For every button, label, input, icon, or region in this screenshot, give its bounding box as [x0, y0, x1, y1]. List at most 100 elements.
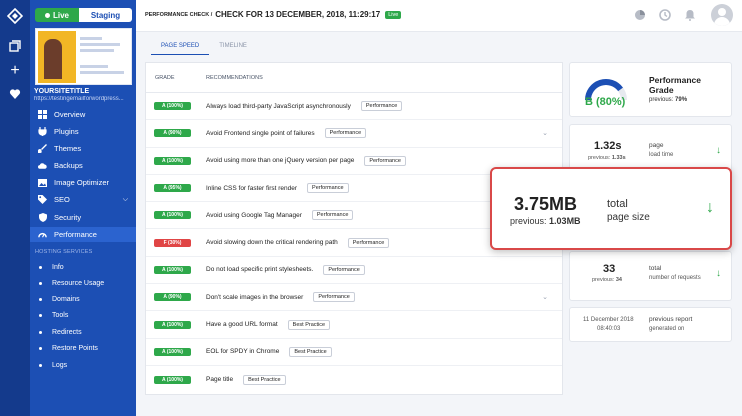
hosting-label: Domains	[52, 295, 80, 303]
tab-bar: PAGE SPEED TIMELINE	[151, 40, 257, 58]
category-tag: Performance	[311, 210, 354, 221]
site-url[interactable]: https://testingemailforwordpress...	[34, 96, 134, 102]
site-thumbnail[interactable]	[35, 28, 132, 85]
hosting-label: Redirects	[52, 328, 82, 336]
nav-performance[interactable]: Performance	[30, 227, 136, 242]
category-tag: Best Practice	[289, 346, 332, 357]
hosting-item-info[interactable]: Info	[30, 260, 136, 274]
pie-chart-icon[interactable]	[634, 9, 646, 21]
table-row[interactable]: A (90%) Avoid Frontend single point of fa…	[146, 120, 562, 148]
live-badge: Live	[385, 10, 402, 19]
load-time-previous: previous: 1.33s	[588, 155, 626, 161]
chevron-down-icon[interactable]: ⌄	[542, 129, 548, 137]
nav-label: Plugins	[54, 127, 79, 136]
bullet-icon	[39, 346, 42, 350]
prev-value: 1.03MB	[549, 216, 581, 226]
grade-badge: F (30%)	[154, 238, 191, 247]
nav-plugins[interactable]: Plugins	[30, 124, 136, 139]
grade-column-header: GRADE	[155, 74, 175, 81]
category-tag: Best Practice	[287, 319, 331, 330]
hosting-label: Restore Points	[52, 344, 98, 352]
history-icon[interactable]	[659, 9, 671, 21]
hosting-label: Resource Usage	[52, 279, 105, 287]
sites-icon[interactable]	[8, 40, 22, 54]
previous-report-card[interactable]: 11 December 2018 08:40:03 previous repor…	[569, 307, 732, 342]
live-toggle[interactable]: Live	[35, 8, 79, 22]
staging-toggle[interactable]: Staging	[79, 8, 132, 22]
breadcrumb: PERFORMANCE CHECK /	[145, 11, 213, 18]
report-label: previous report	[649, 316, 693, 323]
avatar[interactable]	[711, 4, 733, 26]
live-label: Live	[52, 10, 69, 20]
brush-icon	[38, 144, 47, 153]
site-title: YOURSITETITLE	[34, 88, 90, 95]
chevron-down-icon[interactable]: ⌵	[123, 196, 128, 204]
nav-image-optimizer[interactable]: Image Optimizer	[30, 175, 136, 190]
hosting-item-redirects[interactable]: Redirects	[30, 325, 136, 339]
nav-security[interactable]: Security	[30, 210, 136, 225]
nav-backups[interactable]: Backups	[30, 158, 136, 173]
tag-icon	[38, 195, 47, 204]
requests-previous: previous: 34	[592, 277, 622, 283]
bullet-icon	[39, 265, 42, 269]
tab-timeline[interactable]: TIMELINE	[209, 40, 257, 55]
shield-icon	[38, 213, 47, 222]
table-row[interactable]: A (100%) Page title Best Practice	[146, 366, 562, 393]
hosting-services-heading: HOSTING SERVICES	[35, 249, 93, 255]
recommendation-text: Do not load specific print stylesheets.	[206, 266, 314, 274]
tab-page-speed[interactable]: PAGE SPEED	[151, 40, 210, 55]
category-tag: Performance	[323, 264, 365, 275]
report-date: 11 December 2018	[583, 317, 634, 323]
page-title: PERFORMANCE CHECK / CHECK FOR 13 DECEMBE…	[145, 10, 402, 19]
requests-sublabel: number of requests	[649, 275, 701, 281]
category-tag: Performance	[347, 237, 390, 248]
report-sublabel: generated on	[649, 326, 685, 332]
hosting-item-logs[interactable]: Logs	[30, 358, 136, 372]
bell-icon[interactable]	[684, 9, 696, 21]
cloud-icon	[38, 161, 47, 170]
bullet-icon	[39, 330, 42, 334]
hosting-item-tools[interactable]: Tools	[30, 308, 136, 322]
image-icon	[38, 178, 47, 187]
bullet-icon	[39, 297, 42, 301]
recommendation-text: Inline CSS for faster first render	[206, 184, 298, 192]
thumbnail-line	[80, 43, 120, 46]
recommendation-text: EOL for SPDY in Chrome	[206, 348, 280, 356]
grade-badge: A (100%)	[154, 375, 191, 384]
overview-icon	[38, 110, 47, 119]
nav-themes[interactable]: Themes	[30, 141, 136, 156]
grade-badge: A (100%)	[154, 211, 191, 220]
load-time-label: page	[649, 142, 664, 149]
hosting-item-restore-points[interactable]: Restore Points	[30, 341, 136, 355]
prev-label: previous:	[510, 216, 547, 226]
label-line: Performance	[649, 75, 701, 85]
performance-grade-card: B (80%) Performance Grade previous: 79%	[569, 62, 732, 117]
add-site-icon[interactable]: +	[8, 63, 22, 79]
category-tag: Performance	[313, 292, 355, 303]
category-tag: Performance	[324, 128, 367, 139]
prev-value: 34	[615, 277, 622, 283]
table-row[interactable]: A (90%) Don't scale images in the browser…	[146, 284, 562, 312]
avatar-body-icon	[714, 17, 730, 26]
chevron-down-icon[interactable]: ⌄	[542, 293, 548, 301]
table-row[interactable]: A (100%) EOL for SPDY in Chrome Best Pract…	[146, 339, 562, 366]
heart-icon[interactable]	[8, 88, 22, 102]
bullet-icon	[39, 313, 42, 317]
page-header: PERFORMANCE CHECK / CHECK FOR 13 DECEMBE…	[136, 0, 742, 32]
table-row[interactable]: A (100%) Have a good URL format Best Pract…	[146, 311, 562, 339]
hosting-item-domains[interactable]: Domains	[30, 292, 136, 306]
table-row[interactable]: A (100%) Always load third-party JavaScri…	[146, 93, 562, 121]
logo-icon[interactable]	[7, 8, 23, 24]
table-row[interactable]: A (100%) Do not load specific print style…	[146, 257, 562, 285]
live-dot-icon	[44, 12, 50, 18]
nav-seo[interactable]: SEO ⌵	[30, 192, 136, 207]
hosting-label: Info	[52, 263, 64, 271]
sidebar: Live Staging YOURSITETITLE https://testi…	[30, 0, 136, 416]
grade-badge: A (100%)	[154, 265, 191, 274]
page-size-value: 3.75MB	[514, 194, 578, 214]
hosting-item-resource-usage[interactable]: Resource Usage	[30, 276, 136, 290]
report-time: 08:40:03	[597, 326, 621, 332]
bullet-icon	[39, 281, 42, 285]
category-tag: Performance	[360, 101, 403, 112]
nav-overview[interactable]: Overview	[30, 107, 136, 122]
